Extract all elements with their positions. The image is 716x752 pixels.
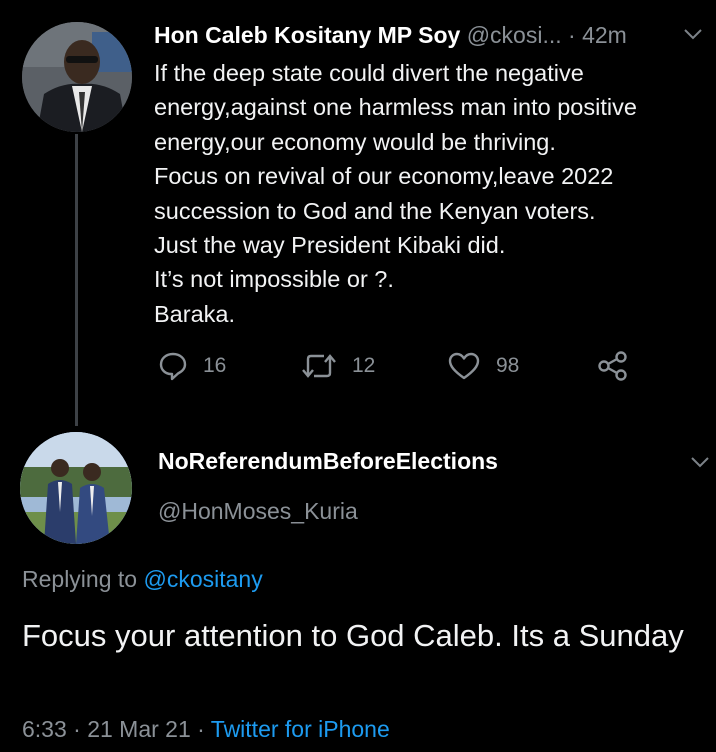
thread-line xyxy=(75,134,78,426)
tweet-text-line: energy,against one harmless man into pos… xyxy=(154,94,637,121)
tweet-meta: 6:33 · 21 Mar 21 · Twitter for iPhone xyxy=(22,716,390,743)
display-name[interactable]: Hon Caleb Kositany MP Soy xyxy=(154,22,460,48)
replying-to-label: Replying to xyxy=(22,566,138,592)
avatar-moses-kuria[interactable] xyxy=(20,432,132,544)
reply-tweet-text: Focus your attention to God Caleb. Its a… xyxy=(22,618,684,653)
like-button[interactable]: 98 xyxy=(446,348,519,384)
tweet-time[interactable]: · 42m xyxy=(568,22,627,48)
retweet-button[interactable]: 12 xyxy=(300,348,375,384)
tweet-text-line: Baraka. xyxy=(154,300,235,327)
avatar-caleb-kositany[interactable] xyxy=(22,22,132,132)
tweet-text-line: succession to God and the Kenyan voters. xyxy=(154,197,596,224)
reply-display-name[interactable]: NoReferendumBeforeElections xyxy=(158,448,498,475)
user-handle[interactable]: @ckosi... xyxy=(467,22,562,48)
share-button[interactable] xyxy=(596,348,630,384)
replying-to: Replying to @ckositany xyxy=(22,566,263,593)
retweet-icon xyxy=(300,350,338,382)
replying-to-mention[interactable]: @ckositany xyxy=(143,566,262,592)
retweet-count: 12 xyxy=(352,354,376,377)
tweet-source-link[interactable]: Twitter for iPhone xyxy=(211,716,390,742)
tweet-text-line: energy,our economy would be thriving. xyxy=(154,128,556,155)
like-count: 98 xyxy=(496,354,520,377)
tweet-text-line: Focus on revival of our economy,leave 20… xyxy=(154,163,614,190)
reply-user-handle[interactable]: @HonMoses_Kuria xyxy=(158,498,358,525)
tweet-text-line: If the deep state could divert the negat… xyxy=(154,60,584,86)
chevron-down-icon[interactable] xyxy=(683,24,703,45)
share-icon xyxy=(596,349,630,383)
tweet-text: If the deep state could divert the negat… xyxy=(154,56,694,331)
reply-count: 16 xyxy=(203,354,227,377)
tweet-timestamp[interactable]: 6:33 · 21 Mar 21 · xyxy=(22,716,211,742)
tweet-text-line: Just the way President Kibaki did. xyxy=(154,232,506,259)
tweet-header: Hon Caleb Kositany MP Soy @ckosi... · 42… xyxy=(154,20,627,50)
chevron-down-icon[interactable] xyxy=(690,452,710,473)
reply-button[interactable]: 16 xyxy=(157,348,226,384)
reply-icon xyxy=(157,350,189,382)
tweet-text-line: It’s not impossible or ?. xyxy=(154,266,394,293)
like-icon xyxy=(446,350,482,382)
